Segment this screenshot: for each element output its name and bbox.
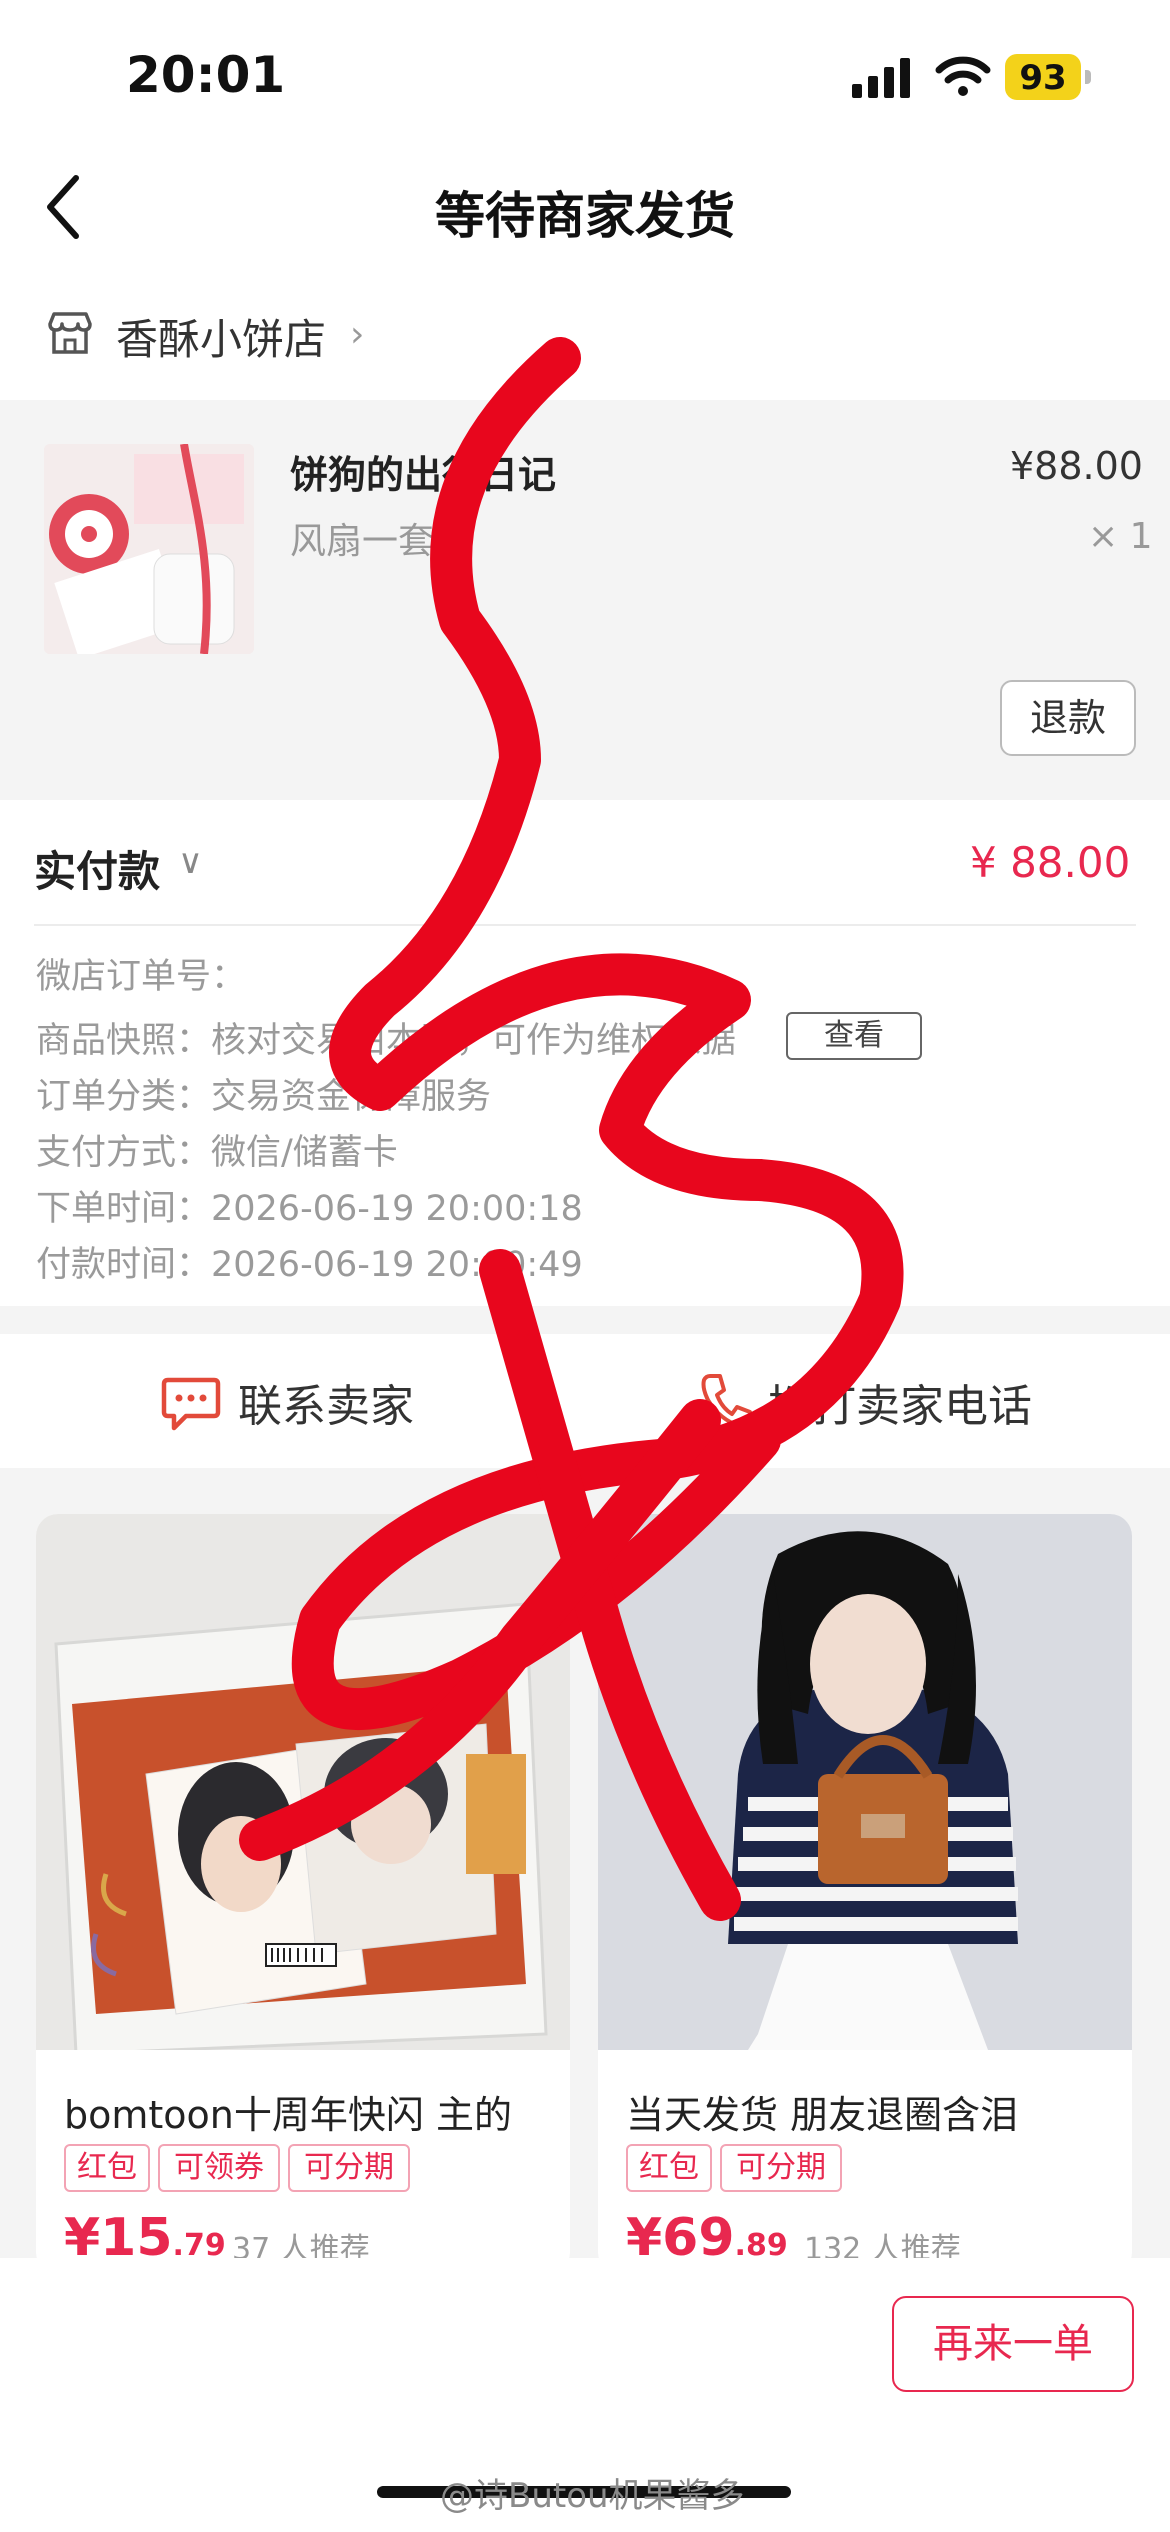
section-separator xyxy=(0,1306,1170,1334)
chevron-right-icon[interactable]: › xyxy=(350,314,364,355)
order-number: 微店订单号： xyxy=(36,957,247,997)
order-time: 下单时间：2026-06-19 20:00:18 xyxy=(36,1189,583,1229)
tag-installment: 可分期 xyxy=(288,2144,410,2192)
bottom-bar: 再来一单 @诗Butou机果酱多 xyxy=(0,2258,1170,2532)
paid-amount: ¥ 88.00 xyxy=(970,838,1131,887)
product-thumbnail-art xyxy=(44,444,254,654)
product-image[interactable] xyxy=(598,1514,1132,2050)
contact-seller-button[interactable]: 联系卖家 xyxy=(238,1370,414,1434)
paid-amount-label[interactable]: 实付款 xyxy=(34,838,160,899)
order-category: 订单分类：交易资金保障服务 xyxy=(36,1077,492,1117)
recommendation-card[interactable]: bomtoon十周年快闪 主的 红包 可领券 可分期 ¥15.79 37 人推荐 xyxy=(36,1514,570,2274)
product-image[interactable] xyxy=(36,1514,570,2050)
store-icon[interactable] xyxy=(46,310,94,356)
status-time: 20:01 xyxy=(126,46,286,104)
order-product[interactable]: 饼狗的出行日记 风扇一套 ¥88.00 × 1 退款 xyxy=(0,400,1170,800)
tag-red-packet: 红包 xyxy=(626,2144,712,2192)
store-name[interactable]: 香酥小饼店 xyxy=(116,306,326,367)
product-title[interactable]: 当天发货 朋友退圈含泪 xyxy=(626,2084,1018,2139)
product-spec: 风扇一套 xyxy=(290,521,435,562)
chevron-down-icon[interactable]: ∨ xyxy=(178,842,203,882)
tag-red-packet: 红包 xyxy=(64,2144,150,2192)
battery-icon: 93 xyxy=(1005,54,1091,100)
page-title: 等待商家发货 xyxy=(435,187,735,245)
call-seller-button[interactable]: 拨打卖家电话 xyxy=(768,1370,1032,1434)
cellular-signal-icon xyxy=(852,58,910,98)
order-snapshot: 商品快照：核对交易由本页，可作为维权依据 xyxy=(36,1021,737,1061)
refund-button[interactable]: 退款 xyxy=(1000,680,1136,756)
chat-icon[interactable] xyxy=(160,1374,222,1432)
tag-coupon: 可领券 xyxy=(158,2144,280,2192)
product-name: 饼狗的出行日记 xyxy=(290,453,557,497)
view-snapshot-button[interactable]: 查看 xyxy=(786,1012,922,1060)
payment-method: 支付方式：微信/储蓄卡 xyxy=(36,1133,398,1173)
product-quantity: × 1 xyxy=(1088,516,1153,557)
tag-installment: 可分期 xyxy=(720,2144,842,2192)
phone-icon[interactable] xyxy=(700,1372,752,1430)
payment-time: 付款时间：2026-06-19 20:00:49 xyxy=(36,1245,583,1285)
divider xyxy=(34,924,1136,926)
wifi-icon xyxy=(935,56,991,96)
watermark: @诗Butou机果酱多 xyxy=(440,2476,745,2516)
status-bar: 20:01 93 xyxy=(0,0,1170,140)
reorder-button[interactable]: 再来一单 xyxy=(892,2296,1134,2392)
recommendation-card[interactable]: 当天发货 朋友退圈含泪 红包 可分期 ¥69.89 132 人推荐 xyxy=(598,1514,1132,2274)
product-title[interactable]: bomtoon十周年快闪 主的 xyxy=(64,2084,512,2139)
battery-level: 93 xyxy=(1019,58,1067,98)
contact-bar: 联系卖家 拨打卖家电话 xyxy=(0,1334,1170,1468)
product-thumbnail[interactable] xyxy=(44,444,254,654)
product-price: ¥88.00 xyxy=(1010,444,1143,488)
